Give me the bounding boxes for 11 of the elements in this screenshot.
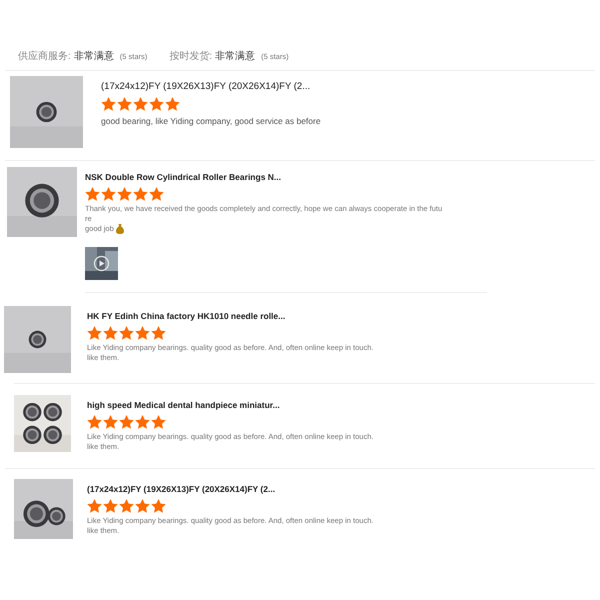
- rating-label: 按时发货:: [169, 50, 212, 63]
- rating-value: 非常满意: [74, 50, 114, 63]
- review-text: good bearing, like Yiding company, good service as before: [101, 116, 321, 126]
- product-title[interactable]: (17x24x12)FY (19X26X13)FY (20X26X14)FY (2...: [87, 484, 374, 494]
- product-title[interactable]: high speed Medical dental handpiece miniatur...: [87, 400, 374, 410]
- product-title[interactable]: (17x24x12)FY (19X26X13)FY (20X26X14)FY (2...: [101, 81, 321, 92]
- rating-value: 非常满意: [215, 50, 256, 63]
- product-title[interactable]: HK FY Edinh China factory HK1010 needle rolle...: [87, 311, 374, 321]
- money-bag-icon: [116, 224, 124, 234]
- product-title[interactable]: NSK Double Row Cylindrical Roller Bearings N...: [85, 172, 442, 182]
- rating-label: 供应商服务:: [18, 50, 71, 63]
